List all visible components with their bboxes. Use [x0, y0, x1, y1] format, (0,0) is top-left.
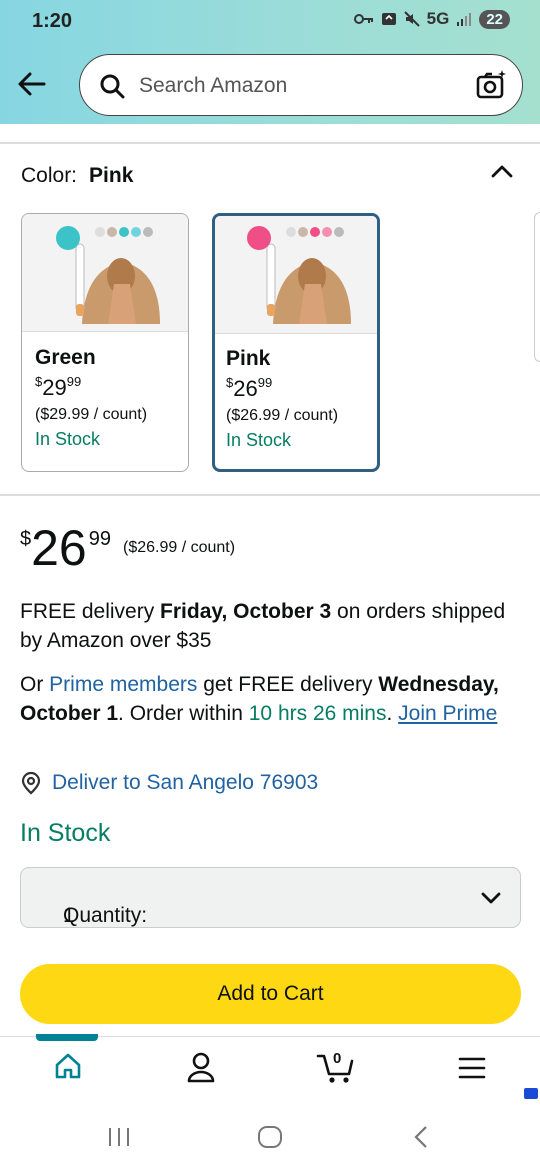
delivery-info: FREE delivery Friday, October 3 on order…	[20, 600, 506, 652]
search-placeholder: Search Amazon	[139, 74, 288, 97]
app-header: 1:20 5G 22 Search Amazon	[0, 0, 540, 124]
location-pin-icon	[21, 771, 41, 795]
vpn-key-icon	[353, 14, 373, 24]
add-to-cart-button[interactable]: Add to Cart	[20, 964, 521, 1024]
search-icon	[100, 74, 125, 99]
price-per-unit: ($26.99 / count)	[123, 539, 236, 556]
mute-icon	[403, 11, 420, 27]
main-price: $ 26 99 ($26.99 / count)	[20, 520, 236, 576]
recents-icon[interactable]	[107, 1126, 131, 1148]
deliver-to-link[interactable]: Deliver to San Angelo 76903	[20, 771, 318, 795]
notification-icon	[381, 13, 396, 25]
account-icon[interactable]	[186, 1051, 216, 1083]
home-button-icon[interactable]	[257, 1125, 283, 1149]
color-option-green[interactable]: Green $2999 ($29.99 / count) In Stock	[21, 213, 189, 472]
option-price: $2699	[226, 375, 273, 401]
product-image-pink	[215, 216, 377, 334]
color-label-row: Color: Pink	[21, 164, 133, 188]
bath-brush-pink-image	[247, 226, 351, 324]
camera-search-icon[interactable]	[474, 68, 508, 102]
option-stock: In Stock	[35, 429, 101, 449]
deliver-to-text: Deliver to San Angelo 76903	[52, 771, 319, 794]
active-tab-indicator	[36, 1034, 98, 1041]
color-label: Color:	[21, 164, 78, 187]
cart-count-badge: 0	[333, 1050, 342, 1067]
quantity-selector[interactable]: Quantity: 1	[20, 867, 521, 928]
chevron-down-icon	[481, 892, 501, 904]
section-divider	[0, 494, 540, 496]
floating-badge[interactable]	[524, 1088, 538, 1099]
network-type: 5G	[426, 9, 450, 28]
option-price: $2999	[35, 374, 82, 400]
prime-members-link[interactable]: Prime members	[49, 673, 197, 696]
next-option-peek[interactable]	[534, 212, 540, 362]
order-countdown: 10 hrs 26 mins	[248, 702, 387, 725]
join-prime-link[interactable]: Join Prime	[398, 702, 497, 725]
bath-brush-green-image	[56, 226, 160, 324]
delivery-date: Friday, October 3	[160, 600, 332, 623]
stock-status: In Stock	[20, 819, 111, 847]
back-arrow-icon[interactable]	[14, 66, 50, 102]
color-option-pink[interactable]: Pink $2699 ($26.99 / count) In Stock	[212, 213, 380, 472]
color-selected-value: Pink	[89, 164, 134, 187]
status-icons: 5G 22	[353, 9, 510, 29]
chevron-up-icon[interactable]	[490, 162, 514, 180]
signal-icon	[457, 13, 472, 26]
system-navigation-bar	[0, 1106, 540, 1170]
header-separator	[0, 124, 540, 144]
quantity-value: 1	[63, 904, 75, 927]
prime-delivery-info: Or Prime members get FREE delivery Wedne…	[20, 673, 499, 725]
product-image-green	[22, 214, 188, 332]
battery-level: 22	[479, 9, 510, 29]
status-time: 1:20	[32, 10, 73, 32]
option-unit-price: ($29.99 / count)	[35, 406, 148, 423]
menu-icon[interactable]	[458, 1056, 486, 1080]
option-name: Pink	[226, 347, 271, 370]
option-stock: In Stock	[226, 430, 292, 450]
back-button-icon[interactable]	[411, 1125, 431, 1149]
option-unit-price: ($26.99 / count)	[226, 407, 339, 424]
search-bar[interactable]: Search Amazon	[79, 54, 523, 116]
home-icon[interactable]	[53, 1051, 83, 1081]
option-name: Green	[35, 346, 96, 369]
